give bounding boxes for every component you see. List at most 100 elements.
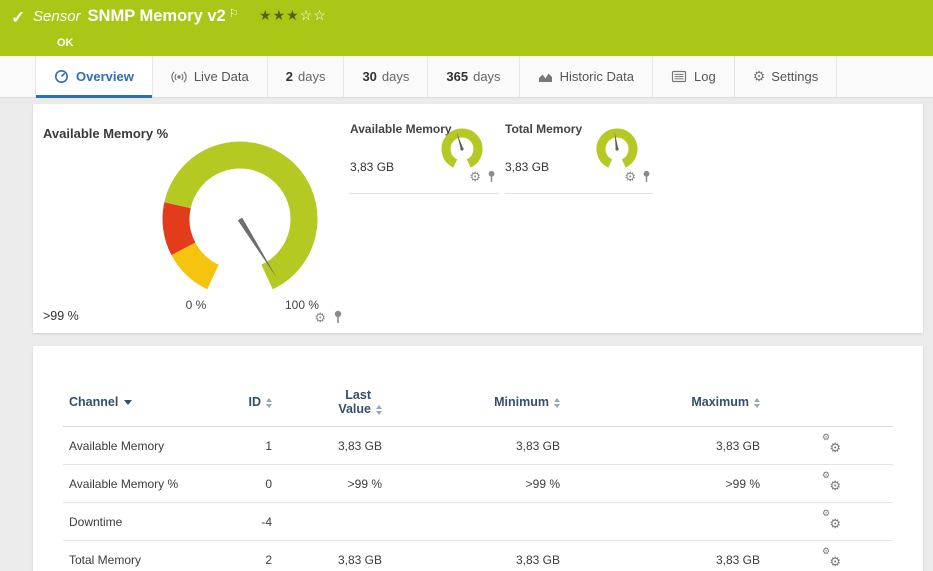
table-row: Downtime -4 ⚙⚙ <box>63 503 893 541</box>
minimum-cell: 3,83 GB <box>388 541 566 571</box>
gauge-value: >99 % <box>43 309 79 323</box>
tab-unit: days <box>298 69 325 84</box>
channel-cell[interactable]: Available Memory % <box>63 465 233 503</box>
minimum-cell: 3,83 GB <box>388 427 566 465</box>
small-gear-icon: ⚙ <box>822 471 830 480</box>
flag-icon[interactable]: ⚐ <box>229 8 239 20</box>
last-value-cell <box>278 503 388 541</box>
channel-settings-icon[interactable]: ⚙⚙ <box>822 436 841 452</box>
tab-unit: days <box>473 69 500 84</box>
available-memory-pct-gauge <box>130 127 350 317</box>
sensor-header-bar: ✓ Sensor SNMP Memory v2⚐ ★★★☆☆ OK <box>0 0 933 56</box>
maximum-cell: >99 % <box>566 465 766 503</box>
sensor-kind-label: Sensor <box>33 8 81 25</box>
channel-settings-icon[interactable]: ⚙⚙ <box>822 474 841 490</box>
sensor-title-row: Sensor SNMP Memory v2⚐ ★★★☆☆ <box>33 7 327 26</box>
gauge-title: Total Memory <box>505 122 582 136</box>
table-row: Total Memory 2 3,83 GB 3,83 GB 3,83 GB ⚙… <box>63 541 893 571</box>
last-value-cell: 3,83 GB <box>278 427 388 465</box>
gear-icon: ⚙ <box>829 441 841 454</box>
minimum-cell: >99 % <box>388 465 566 503</box>
header-label: ID <box>249 395 262 409</box>
gauge-scale-min: 0 % <box>174 298 218 312</box>
channel-settings-icon[interactable]: ⚙⚙ <box>822 550 841 566</box>
table-row: Available Memory % 0 >99 % >99 % >99 % ⚙… <box>63 465 893 503</box>
header-label: Maximum <box>691 395 749 409</box>
gear-icon: ⚙ <box>829 517 841 530</box>
gauge-settings-gear-icon[interactable]: ⚙ <box>314 311 326 324</box>
stars-empty: ☆☆ <box>300 7 327 23</box>
gauges-panel: Available Memory % 0 % 100 % >99 % ⚙ Ava… <box>33 104 923 333</box>
last-value-cell: >99 % <box>278 465 388 503</box>
tab-label: Live Data <box>194 69 249 84</box>
tab-historic-data[interactable]: Historic Data <box>520 56 653 97</box>
tab-2-days[interactable]: 2 days <box>268 56 345 97</box>
tab-365-days[interactable]: 365 days <box>428 56 519 97</box>
channel-cell[interactable]: Downtime <box>63 503 233 541</box>
tab-label: Historic Data <box>560 69 634 84</box>
column-header-minimum[interactable]: Minimum <box>388 382 566 427</box>
tab-overview[interactable]: Overview <box>35 56 153 97</box>
sort-icon <box>266 398 272 408</box>
tab-live-data[interactable]: Live Data <box>153 56 268 97</box>
column-header-channel[interactable]: Channel <box>63 382 233 427</box>
tab-settings[interactable]: ⚙ Settings <box>735 56 838 97</box>
channel-cell[interactable]: Total Memory <box>63 541 233 571</box>
tab-number: 2 <box>286 69 293 84</box>
column-header-last-value[interactable]: Last Value <box>278 382 388 427</box>
tab-bar: Overview Live Data 2days 30days 365days … <box>0 56 933 98</box>
header-label: Last Value <box>325 388 371 416</box>
small-gear-icon: ⚙ <box>822 547 830 556</box>
pin-icon[interactable] <box>642 170 651 183</box>
small-gear-icon: ⚙ <box>822 509 830 518</box>
sensor-status-row: OK <box>57 33 74 51</box>
table-row: Available Memory 1 3,83 GB 3,83 GB 3,83 … <box>63 427 893 465</box>
column-header-id[interactable]: ID <box>233 382 278 427</box>
gear-icon: ⚙ <box>829 479 841 492</box>
gauge-block-total-memory: Total Memory 3,83 GB ⚙ <box>505 116 653 194</box>
minimum-cell <box>388 503 566 541</box>
tab-log[interactable]: Log <box>653 56 735 97</box>
gear-icon: ⚙ <box>829 555 841 568</box>
tab-label: Log <box>694 69 716 84</box>
log-icon <box>671 70 687 83</box>
pin-icon[interactable] <box>333 310 343 324</box>
gauge-settings-gear-icon[interactable]: ⚙ <box>469 170 481 183</box>
priority-stars[interactable]: ★★★☆☆ <box>259 7 327 23</box>
maximum-cell: 3,83 GB <box>566 427 766 465</box>
header-label: Channel <box>69 395 118 409</box>
id-cell: 0 <box>233 465 278 503</box>
overview-icon <box>54 69 69 84</box>
maximum-cell <box>566 503 766 541</box>
id-cell: 1 <box>233 427 278 465</box>
column-header-maximum[interactable]: Maximum <box>566 382 766 427</box>
sort-icon <box>754 398 760 408</box>
dropdown-caret-icon <box>124 400 132 405</box>
tab-label: Overview <box>76 69 134 84</box>
status-ok-check-icon: ✓ <box>11 8 25 28</box>
sort-icon <box>376 405 382 415</box>
header-label: Minimum <box>494 395 549 409</box>
live-data-icon <box>171 70 187 84</box>
last-value-cell: 3,83 GB <box>278 541 388 571</box>
channels-table: Channel ID Last Value Minimum Maximum Av… <box>63 382 893 571</box>
id-cell: 2 <box>233 541 278 571</box>
channel-cell[interactable]: Available Memory <box>63 427 233 465</box>
column-header-settings <box>766 382 893 427</box>
gauge-value: 3,83 GB <box>505 160 549 174</box>
tab-number: 30 <box>362 69 376 84</box>
sensor-title: SNMP Memory v2 <box>88 7 226 25</box>
pin-icon[interactable] <box>487 170 496 183</box>
settings-gear-icon: ⚙ <box>753 68 766 85</box>
maximum-cell: 3,83 GB <box>566 541 766 571</box>
gauge-settings-gear-icon[interactable]: ⚙ <box>624 170 636 183</box>
id-cell: -4 <box>233 503 278 541</box>
tab-number: 365 <box>446 69 468 84</box>
tab-unit: days <box>382 69 409 84</box>
small-gear-icon: ⚙ <box>822 433 830 442</box>
stars-filled: ★★★ <box>259 7 300 23</box>
tab-30-days[interactable]: 30 days <box>344 56 428 97</box>
sort-icon <box>554 398 560 408</box>
channel-settings-icon[interactable]: ⚙⚙ <box>822 512 841 528</box>
gauge-block-available-memory: Available Memory 3,83 GB ⚙ <box>350 116 498 194</box>
